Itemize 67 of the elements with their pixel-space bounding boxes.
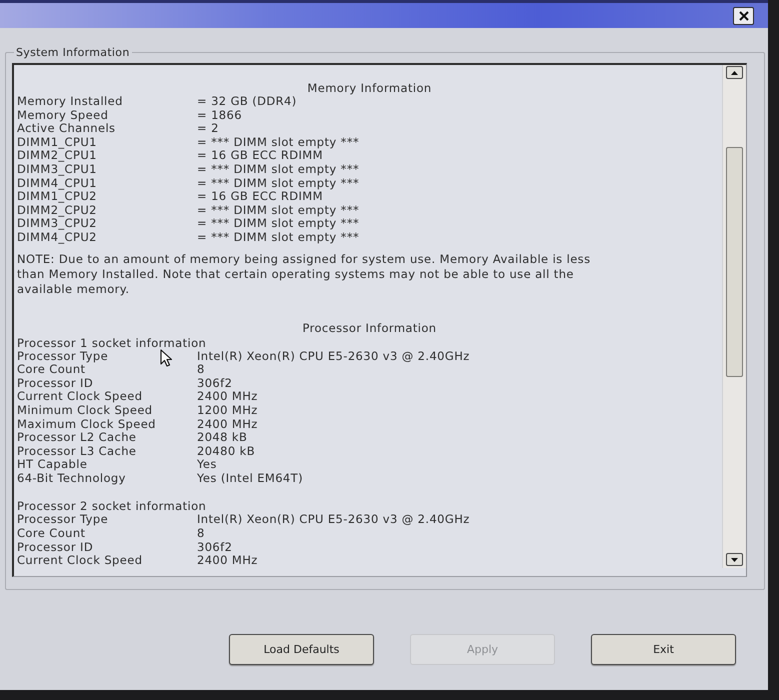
field-label: DIMM2_CPU2	[17, 204, 97, 218]
field-label: Active Channels	[17, 122, 116, 136]
field-value: = *** DIMM slot empty ***	[197, 176, 360, 190]
socket-title: Processor 2 socket information	[17, 499, 206, 514]
field-label: HT Capable	[17, 458, 88, 472]
section-heading: Processor Information	[301, 320, 438, 335]
pointer-icon	[160, 349, 172, 367]
field-value: = *** DIMM slot empty ***	[197, 136, 360, 150]
field-value: = 16 GB ECC RDIMM	[197, 190, 323, 204]
field-value: 20480 kB	[197, 444, 255, 458]
field-label: DIMM1_CPU1	[17, 136, 97, 150]
scroll-down-button[interactable]	[726, 553, 743, 566]
field-value: = 16 GB ECC RDIMM	[197, 149, 323, 163]
field-label: Current Clock Speed	[17, 554, 142, 568]
field-label: Processor Type	[17, 350, 108, 364]
field-label: Current Clock Speed	[17, 390, 142, 404]
field-value: = *** DIMM slot empty ***	[197, 217, 360, 231]
dialog-button[interactable]: Load Defaults	[229, 634, 374, 665]
field-value: = 1866	[197, 108, 242, 122]
field-label: DIMM1_CPU2	[17, 190, 97, 204]
socket-title: Processor 1 socket information	[17, 336, 206, 350]
down-arrow-icon	[731, 558, 738, 562]
field-value: Intel(R) Xeon(R) CPU E5-2630 v3 @ 2.40GHz	[197, 350, 470, 364]
field-value: Yes	[197, 458, 217, 472]
field-label: Processor Type	[17, 513, 108, 528]
field-label: DIMM3_CPU2	[17, 217, 97, 231]
field-value: Intel(R) Xeon(R) CPU E5-2630 v3 @ 2.40GHz	[197, 513, 470, 528]
scrollbar-track[interactable]	[722, 65, 746, 568]
section-heading: Memory Information	[306, 81, 433, 95]
field-label: Minimum Clock Speed	[17, 404, 152, 418]
field-value: = *** DIMM slot empty ***	[197, 204, 360, 218]
note-text: NOTE: Due to an amount of memory being assigned for system use. Memory Available is less than Memory Installed. Note that certain operating systems may not be able to use all the available memory.	[17, 252, 592, 297]
field-value: 1200 MHz	[197, 404, 258, 418]
field-value: 8	[197, 527, 205, 541]
group-title: System Information	[15, 46, 131, 59]
scroll-up-button[interactable]	[726, 66, 743, 79]
field-value: 8	[197, 363, 205, 377]
field-label: Maximum Clock Speed	[17, 418, 156, 432]
close-button[interactable]	[733, 6, 754, 24]
dialog-button[interactable]: Exit	[591, 634, 736, 665]
field-value: 2400 MHz	[197, 554, 258, 568]
field-label: Processor ID	[17, 540, 94, 554]
field-label: DIMM4_CPU1	[17, 176, 97, 190]
field-value: 306f2	[197, 540, 232, 554]
field-value: Yes (Intel EM64T)	[197, 472, 303, 486]
field-value: = 2	[197, 122, 219, 136]
field-value: = *** DIMM slot empty ***	[197, 162, 360, 177]
field-label: Processor L3 Cache	[17, 444, 136, 458]
field-label: 64-Bit Technology	[17, 472, 126, 486]
field-label: Memory Installed	[17, 95, 123, 109]
field-label: Core Count	[17, 527, 86, 541]
close-icon	[738, 10, 748, 20]
field-label: DIMM2_CPU1	[17, 149, 97, 163]
field-label: Processor L2 Cache	[17, 431, 136, 445]
field-label: Memory Speed	[17, 108, 108, 122]
field-label: Core Count	[17, 363, 86, 377]
field-value: 2400 MHz	[197, 418, 258, 432]
field-value: = *** DIMM slot empty ***	[197, 230, 360, 245]
field-value: 306f2	[197, 376, 232, 390]
up-arrow-icon	[731, 70, 738, 74]
scrollbar-thumb[interactable]	[726, 147, 743, 377]
field-value: 2400 MHz	[197, 390, 258, 404]
field-label: Processor ID	[17, 376, 94, 390]
field-label: DIMM3_CPU1	[17, 162, 97, 177]
field-label: DIMM4_CPU2	[17, 230, 97, 245]
field-value: = 32 GB (DDR4)	[197, 95, 297, 109]
field-value: 2048 kB	[197, 431, 248, 445]
